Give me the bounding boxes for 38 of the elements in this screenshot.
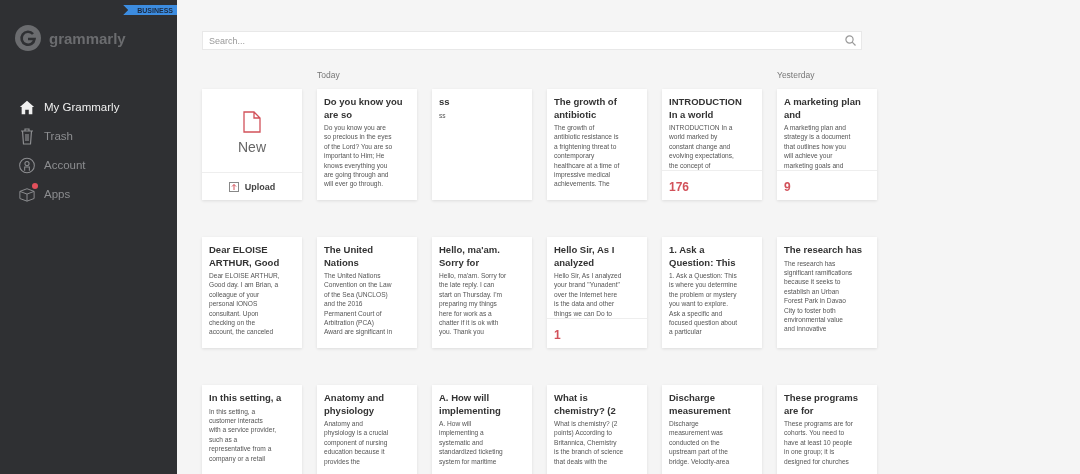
document-title: The United Nations (324, 244, 375, 270)
day-heading: Yesterday (777, 70, 815, 80)
document-title: ss (439, 96, 451, 109)
document-title: A marketing plan and (784, 96, 862, 121)
logo-icon (15, 25, 41, 51)
issue-count: 1 (554, 328, 561, 343)
box-icon (19, 185, 35, 203)
document-title: A. How will implementing (439, 392, 502, 418)
search-icon (845, 35, 856, 46)
nav-item[interactable]: Account (0, 155, 177, 175)
logo-text: grammarly (49, 29, 126, 47)
document-title: 1. Ask a Question: This (669, 244, 737, 270)
search-field[interactable]: Search... (202, 31, 862, 50)
day-heading: Today (317, 70, 340, 80)
nav-item[interactable]: Apps (0, 184, 177, 204)
new-document-button[interactable]: New (202, 89, 302, 173)
document-title: What is chemistry? (2 (554, 392, 617, 418)
document-title: Hello Sir, As I analyzed (554, 244, 616, 270)
account-icon (19, 156, 35, 174)
document-title: Hello, ma'am. Sorry for (439, 244, 501, 270)
upload-icon (228, 181, 239, 192)
document-title: The growth of antibiotic (554, 96, 618, 121)
document-title: INTRODUCTION In a world (669, 96, 743, 121)
nav-item[interactable]: Trash (0, 126, 177, 146)
document-title: Dear ELOISE ARTHUR, Good (209, 244, 281, 270)
document-title: Anatomy and physiology (324, 392, 386, 418)
nav-item[interactable]: My Grammarly (0, 97, 177, 117)
document-title: These programs are for (784, 392, 859, 418)
trash-icon (19, 127, 35, 145)
issue-count: 176 (669, 180, 690, 195)
issue-count: 9 (784, 180, 791, 195)
document-title: Discharge measurement (669, 392, 732, 418)
document-title: In this setting, a (209, 392, 283, 405)
document-title: The research has (784, 244, 864, 257)
home-icon (19, 98, 35, 116)
document-icon (243, 111, 261, 133)
document-title: Do you know you are so (324, 96, 404, 121)
upload-button[interactable]: Upload (202, 172, 302, 201)
